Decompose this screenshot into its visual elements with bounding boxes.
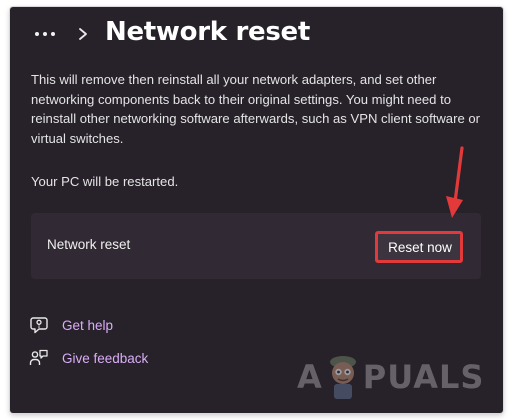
reset-now-button[interactable]: Reset now xyxy=(377,233,463,261)
watermark-left: A xyxy=(297,358,323,396)
mascot-icon xyxy=(329,356,356,399)
reset-description: This will remove then reinstall all your… xyxy=(31,72,481,146)
dot xyxy=(43,32,47,36)
watermark-logo: A PUALS xyxy=(297,347,503,407)
annotation-arrow xyxy=(446,146,464,218)
chevron-right-icon xyxy=(79,28,87,40)
help-icon xyxy=(29,315,49,335)
get-help-label: Get help xyxy=(62,317,114,333)
page-title: Network reset xyxy=(105,17,310,47)
network-reset-card: Network reset Reset now xyxy=(31,213,481,279)
restart-note: Your PC will be restarted. xyxy=(31,174,179,189)
feedback-icon xyxy=(29,348,49,368)
give-feedback-label: Give feedback xyxy=(62,350,149,366)
header: Network reset xyxy=(10,7,503,63)
watermark-right: PUALS xyxy=(362,358,485,396)
dot xyxy=(51,32,55,36)
setting-label: Network reset xyxy=(47,237,131,252)
get-help-link[interactable]: Get help xyxy=(29,314,113,336)
give-feedback-link[interactable]: Give feedback xyxy=(29,347,148,369)
settings-window: Network reset This will remove then rein… xyxy=(10,7,503,413)
dot xyxy=(35,32,39,36)
more-options-icon[interactable] xyxy=(31,24,59,44)
